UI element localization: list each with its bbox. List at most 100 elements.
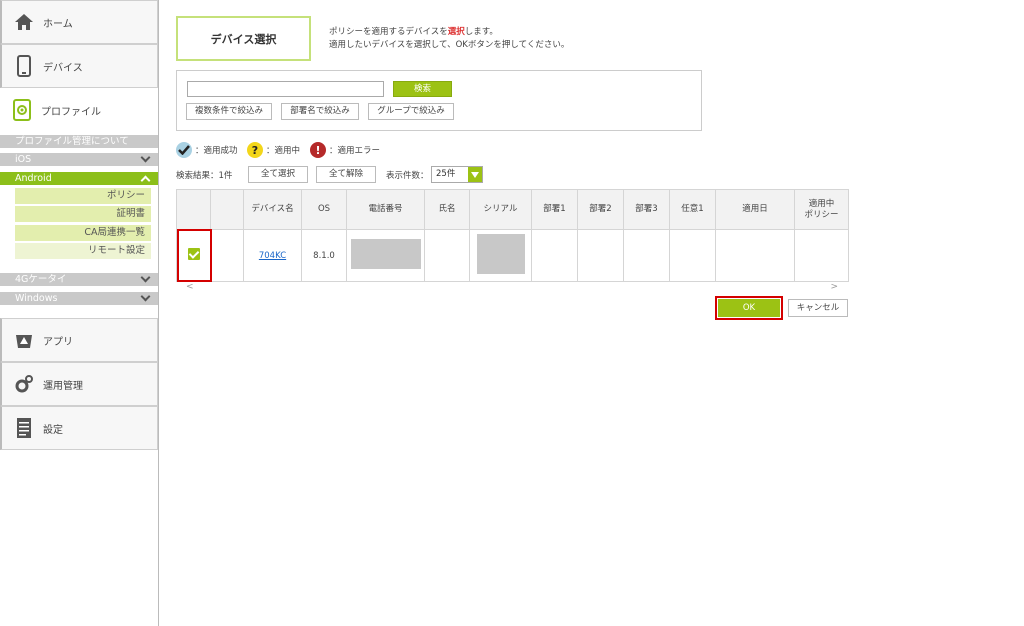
check-icon: [176, 142, 192, 158]
scroll-left-icon[interactable]: <: [186, 282, 194, 292]
row-device-name-cell: 704KC: [243, 229, 302, 282]
chevron-up-icon: [140, 175, 151, 186]
row-os-cell: 8.1.0: [301, 229, 347, 282]
sidebar: ホーム デバイス プロファイル プロファイル管理について iOS Android…: [0, 0, 159, 626]
search-panel: 検索 複数条件で絞込み 部署名で絞込み グループで絞込み: [176, 70, 702, 131]
filter-dept-button[interactable]: 部署名で絞込み: [281, 103, 359, 120]
col-header-status: [210, 189, 244, 230]
row-dept2-cell: [577, 229, 624, 282]
sidebar-item-android[interactable]: Android: [0, 172, 158, 186]
legend-success-label: ：適用成功: [195, 146, 238, 156]
filter-multi-button[interactable]: 複数条件で絞込み: [186, 103, 272, 120]
home-icon: [14, 10, 34, 34]
cancel-button[interactable]: キャンセル: [788, 299, 848, 317]
col-header-applied-date: 適用日: [715, 189, 795, 230]
row-phone-cell: [346, 229, 425, 282]
device-table: デバイス名 OS 電話番号 氏名 シリアル 部署1 部署2 部署3 任意1 適用…: [176, 189, 849, 293]
per-page-label: 表示件数：: [386, 171, 429, 181]
col-header-phone: 電話番号: [346, 189, 425, 230]
sidebar-item-certificate[interactable]: 証明書: [15, 206, 151, 222]
sidebar-item-label: 証明書: [116, 208, 145, 219]
document-icon: [14, 416, 34, 440]
col-header-checkbox: [176, 189, 211, 230]
nav-settings-label: 設定: [43, 424, 63, 436]
nav-device-label: デバイス: [43, 62, 83, 74]
search-button[interactable]: 検索: [393, 81, 452, 97]
nav-device[interactable]: デバイス: [0, 44, 158, 88]
sidebar-item-ios[interactable]: iOS: [0, 152, 158, 166]
sidebar-item-label: iOS: [15, 154, 32, 165]
row-status-cell: [210, 229, 244, 282]
smartphone-icon: [14, 54, 34, 78]
question-icon: ?: [247, 142, 263, 158]
nav-home-label: ホーム: [43, 18, 73, 30]
nav-profile[interactable]: プロファイル: [0, 88, 158, 132]
per-page-value: 25件: [436, 169, 456, 179]
page-description: ポリシーを適用するデバイスを選択します。 適用したいデバイスを選択して、OKボタ…: [329, 27, 570, 50]
nav-profile-label: プロファイル: [41, 106, 101, 118]
ok-highlight-frame: [715, 296, 783, 320]
nav-home[interactable]: ホーム: [0, 0, 158, 44]
sidebar-item-profile-about[interactable]: プロファイル管理について: [0, 135, 158, 148]
device-name-link[interactable]: 704KC: [259, 251, 286, 261]
exclamation-icon: !: [310, 142, 326, 158]
redacted-serial: [476, 234, 525, 274]
col-header-name: 氏名: [424, 189, 470, 230]
row-name-cell: [424, 229, 470, 282]
result-count: 検索結果：1件: [176, 171, 233, 181]
per-page-select[interactable]: 25件: [431, 166, 483, 183]
col-header-serial: シリアル: [469, 189, 532, 230]
scroll-right-icon[interactable]: >: [830, 282, 838, 292]
chevron-down-icon: [140, 152, 151, 163]
row-optional1-cell: [669, 229, 716, 282]
legend-pending-label: ：適用中: [266, 146, 301, 156]
sidebar-item-remote-settings[interactable]: リモート設定: [15, 243, 151, 259]
sidebar-item-4g-keitai[interactable]: 4Gケータイ: [0, 272, 158, 286]
nav-app[interactable]: アプリ: [0, 318, 158, 362]
row-serial-cell: [469, 229, 532, 282]
table-row: 704KC 8.1.0: [176, 229, 849, 282]
table-header-row: デバイス名 OS 電話番号 氏名 シリアル 部署1 部署2 部署3 任意1 適用…: [176, 189, 849, 230]
gear-icon: [14, 372, 34, 396]
nav-app-label: アプリ: [43, 336, 73, 348]
result-toolbar: 検索結果：1件 全て選択 全て解除 表示件数： 25件: [176, 166, 696, 184]
sidebar-item-label: Windows: [15, 293, 58, 304]
row-dept1-cell: [531, 229, 578, 282]
profile-icon: [12, 98, 32, 122]
filter-group-button[interactable]: グループで絞込み: [368, 103, 454, 120]
sidebar-item-windows[interactable]: Windows: [0, 291, 158, 305]
row-applied-date-cell: [715, 229, 795, 282]
sidebar-item-policy[interactable]: ポリシー: [15, 188, 151, 204]
nav-settings[interactable]: 設定: [0, 406, 158, 450]
sidebar-item-label: プロファイル管理について: [15, 136, 129, 147]
checkbox-highlight-frame: [177, 229, 212, 282]
chevron-down-icon: [468, 167, 482, 182]
sidebar-item-label: リモート設定: [87, 245, 145, 256]
redacted-phone: [350, 239, 421, 269]
col-header-os: OS: [301, 189, 347, 230]
legend-error: ! ：適用エラー: [310, 142, 380, 158]
search-input[interactable]: [187, 81, 384, 97]
page-title: デバイス選択: [176, 16, 311, 61]
sidebar-item-label: Android: [15, 173, 52, 184]
col-header-dept3: 部署3: [623, 189, 670, 230]
sidebar-item-label: ポリシー: [106, 190, 145, 201]
col-header-dept1: 部署1: [531, 189, 578, 230]
app-icon: [14, 328, 34, 352]
legend-success: ：適用成功: [176, 142, 238, 158]
chevron-down-icon: [140, 291, 151, 302]
nav-operation-label: 運用管理: [43, 380, 83, 392]
legend-pending: ? ：適用中: [247, 142, 300, 158]
row-applied-policy-cell: [794, 229, 849, 282]
select-all-button[interactable]: 全て選択: [248, 166, 308, 183]
row-dept3-cell: [623, 229, 670, 282]
col-header-device-name: デバイス名: [243, 189, 302, 230]
sidebar-item-ca-list[interactable]: CA局連携一覧: [15, 225, 151, 241]
col-header-applied-policy: 適用中 ポリシー: [794, 189, 849, 230]
col-header-dept2: 部署2: [577, 189, 624, 230]
deselect-all-button[interactable]: 全て解除: [316, 166, 376, 183]
nav-operation[interactable]: 運用管理: [0, 362, 158, 406]
chevron-down-icon: [140, 272, 151, 283]
sidebar-item-label: 4Gケータイ: [15, 274, 67, 285]
legend-error-label: ：適用エラー: [329, 146, 381, 156]
